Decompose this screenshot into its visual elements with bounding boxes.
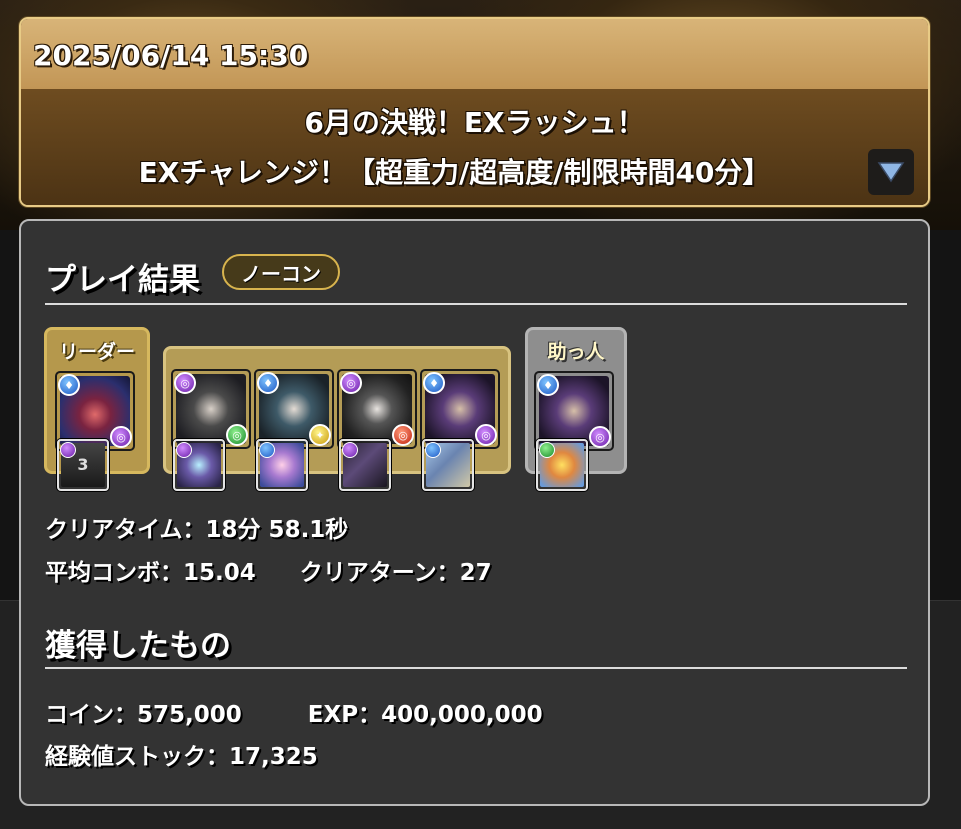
coin-label: コイン： xyxy=(45,702,137,728)
assist-card-helper[interactable] xyxy=(536,439,588,491)
dungeon-title: 6月の決戦！EXラッシュ！ xyxy=(304,106,645,139)
assist-card-sub-3[interactable] xyxy=(339,439,391,491)
clear-turn-label: クリアターン： xyxy=(299,560,460,586)
monster-card-sub-2[interactable]: ♦ ✦ xyxy=(254,369,334,449)
wood-attribute-icon xyxy=(539,442,555,458)
dark-attribute-icon: ◎ xyxy=(340,372,362,394)
divider xyxy=(45,303,907,305)
clear-turn-value: 27 xyxy=(459,560,492,586)
triangle-down-icon xyxy=(877,162,905,183)
clear-time-value: 18分 58.1秒 xyxy=(205,517,349,543)
dark-attribute-icon xyxy=(60,442,76,458)
monster-card-sub-1[interactable]: ◎ ◎ xyxy=(171,369,251,449)
result-panel: プレイ結果 ノーコン リーダー 助っ人 ♦ ◎ ◎ ◎ ♦ ✦ ◎ ◎ ♦ ◎ … xyxy=(19,219,930,806)
dark-attribute-icon: ◎ xyxy=(589,426,611,448)
exp-stock-row: 経験値ストック：17,325 xyxy=(45,737,318,771)
date-bar: 2025/06/14 15:30 xyxy=(21,19,928,89)
leader-label: リーダー xyxy=(58,341,135,363)
divider xyxy=(45,667,907,669)
coin-exp-row: コイン：575,000 EXP：400,000,000 xyxy=(45,695,543,729)
dark-attribute-icon: ◎ xyxy=(174,372,196,394)
rewards-title: 獲得したもの xyxy=(45,628,231,664)
assist-card-sub-2[interactable] xyxy=(256,439,308,491)
play-datetime: 2025/06/14 15:30 xyxy=(33,39,309,72)
clear-time-label: クリアタイム： xyxy=(45,517,206,543)
exp-stock-value: 17,325 xyxy=(229,744,318,770)
play-result-title: プレイ結果 xyxy=(45,262,200,298)
water-attribute-icon: ♦ xyxy=(537,374,559,396)
dungeon-header: 2025/06/14 15:30 6月の決戦！EXラッシュ！ EXチャレンジ！【… xyxy=(19,17,930,207)
dark-attribute-icon xyxy=(176,442,192,458)
exp-stock-label: 経験値ストック： xyxy=(45,744,229,770)
light-attribute-icon: ✦ xyxy=(309,424,331,446)
dark-attribute-icon xyxy=(342,442,358,458)
avg-combo-label: 平均コンボ： xyxy=(45,560,183,586)
expand-button[interactable] xyxy=(868,149,914,195)
dungeon-info: 6月の決戦！EXラッシュ！ EXチャレンジ！【超重力/超高度/制限時間40分】 xyxy=(21,89,928,205)
assist-card-sub-4[interactable] xyxy=(422,439,474,491)
monster-card-sub-3[interactable]: ◎ ◎ xyxy=(337,369,417,449)
monster-card-sub-4[interactable]: ♦ ◎ xyxy=(420,369,500,449)
wood-attribute-icon: ◎ xyxy=(226,424,248,446)
fire-attribute-icon: ◎ xyxy=(392,424,414,446)
combo-turn-row: 平均コンボ：15.04 クリアターン：27 xyxy=(45,553,492,587)
assist-card-sub-1[interactable] xyxy=(173,439,225,491)
dark-attribute-icon: ◎ xyxy=(475,424,497,446)
water-attribute-icon: ♦ xyxy=(58,374,80,396)
helper-label: 助っ人 xyxy=(547,341,605,363)
water-attribute-icon: ♦ xyxy=(423,372,445,394)
water-attribute-icon xyxy=(425,442,441,458)
avg-combo-value: 15.04 xyxy=(183,560,256,586)
water-attribute-icon xyxy=(259,442,275,458)
exp-value: 400,000,000 xyxy=(381,702,543,728)
floor-title: EXチャレンジ！【超重力/超高度/制限時間40分】 xyxy=(138,156,771,189)
exp-label: EXP： xyxy=(307,702,382,728)
clear-time-row: クリアタイム：18分 58.1秒 xyxy=(45,510,348,544)
no-continue-badge: ノーコン xyxy=(222,254,340,290)
coin-value: 575,000 xyxy=(137,702,242,728)
assist-card-leader[interactable]: 3 xyxy=(57,439,109,491)
water-attribute-icon: ♦ xyxy=(257,372,279,394)
dark-attribute-icon: ◎ xyxy=(110,426,132,448)
